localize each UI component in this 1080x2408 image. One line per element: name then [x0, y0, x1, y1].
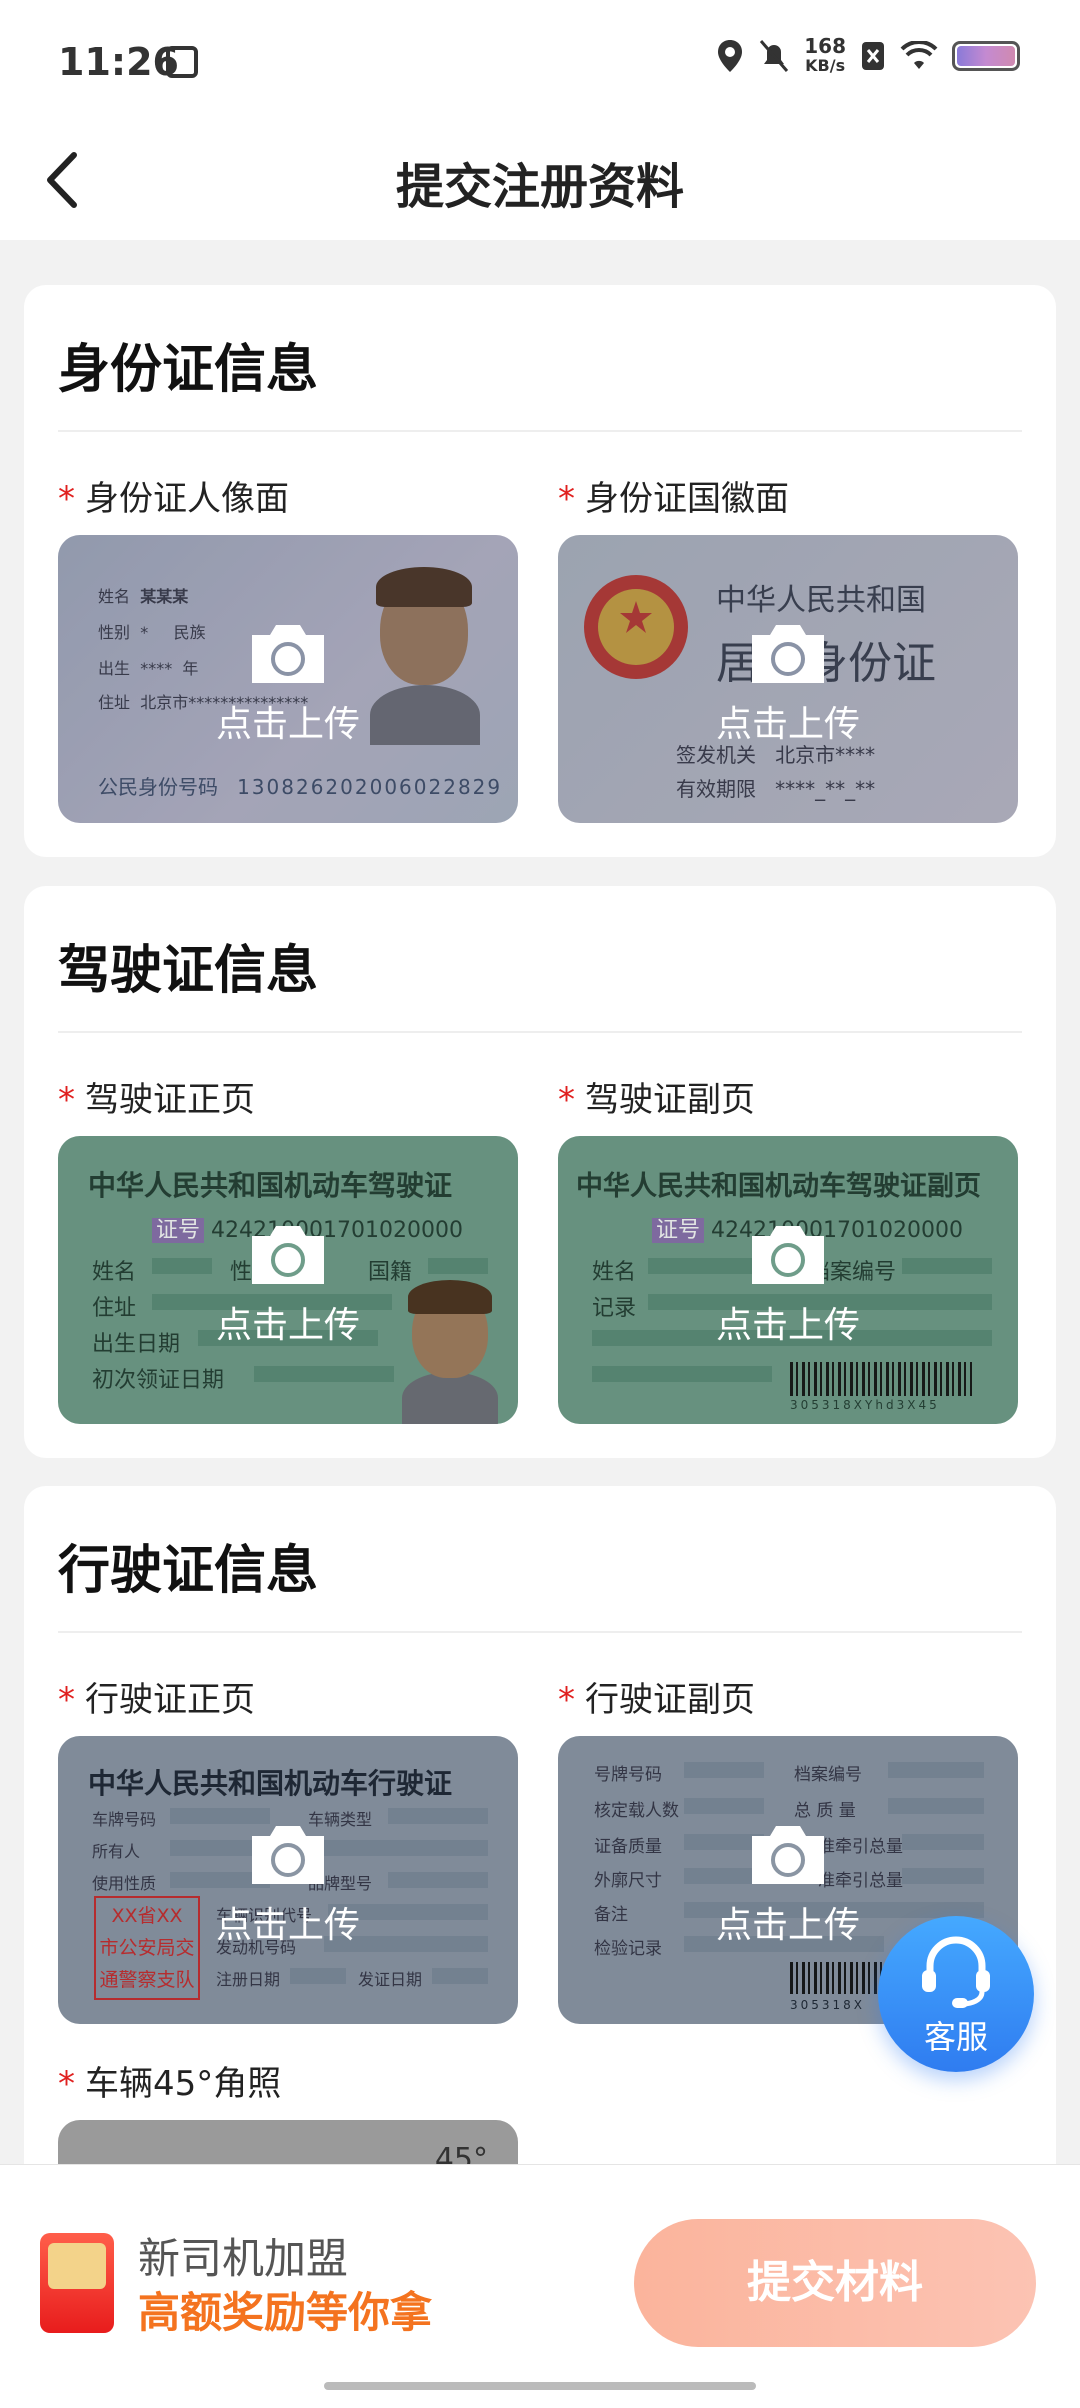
customer-service-button[interactable]: 客服	[878, 1916, 1034, 2072]
upload-slot-dl-front: * 驾驶证正页 中华人民共和国机动车驾驶证 证号 4242100017010200…	[58, 1074, 518, 1424]
red-packet-icon	[40, 2233, 114, 2333]
upload-thumbnail[interactable]: 中华人民共和国机动车驾驶证 证号 424210001701020000 姓名 性…	[58, 1136, 518, 1424]
net-speed-unit: KB/s	[805, 56, 846, 75]
slot-label: * 驾驶证副页	[558, 1074, 1018, 1126]
slot-label-text: 驾驶证正页	[85, 1080, 255, 1120]
required-star: *	[58, 479, 75, 519]
submit-button[interactable]: 提交材料	[634, 2219, 1036, 2347]
customer-service-label: 客服	[923, 2018, 988, 2056]
page-header: 提交注册资料	[0, 125, 1080, 240]
required-star: *	[58, 1080, 75, 1120]
slot-label-text: 身份证人像面	[85, 479, 289, 519]
slot-label: * 身份证人像面	[58, 473, 518, 525]
upload-slot-vl-back: * 行驶证副页 号牌号码 档案编号 核定载人数 总 质 量 证备质量 准牵引总量 …	[558, 1674, 1018, 2024]
upload-hint: 点击上传	[215, 1905, 360, 1946]
slot-label-text: 行驶证副页	[585, 1680, 755, 1720]
camera-icon	[752, 1226, 824, 1284]
required-star: *	[58, 2064, 75, 2104]
upload-slot-id-front: * 身份证人像面 姓名 某某某 性别 * 民族 出生 **** 年 住址 北京市*…	[58, 473, 518, 823]
mute-icon	[760, 40, 789, 72]
location-icon	[718, 40, 743, 72]
upload-slot-id-back: * 身份证国徽面 中华人民共和国 居民身份证 签发机关 北京市**** 有效期限 …	[558, 473, 1018, 823]
upload-hint: 点击上传	[215, 704, 360, 745]
camera-icon	[252, 1826, 324, 1884]
divider	[58, 430, 1022, 432]
page-title: 提交注册资料	[395, 159, 684, 215]
vehicle-license-section: 行驶证信息 * 行驶证正页 中华人民共和国机动车行驶证 车牌号码 车辆类型 所有人…	[24, 1486, 1056, 2206]
camera-icon	[252, 625, 324, 683]
divider	[58, 1031, 1022, 1033]
camera-icon	[252, 1226, 324, 1284]
slot-label: * 驾驶证正页	[58, 1074, 518, 1126]
section-title: 行驶证信息	[58, 1541, 319, 1601]
required-star: *	[58, 1680, 75, 1720]
app-notification-icon	[166, 46, 198, 78]
battery-icon	[952, 41, 1020, 71]
required-star: *	[558, 479, 575, 519]
bottom-bar: 新司机加盟 高额奖励等你拿 提交材料	[0, 2164, 1080, 2408]
slot-label-text: 车辆45°角照	[85, 2064, 282, 2104]
upload-slot-dl-back: * 驾驶证副页 中华人民共和国机动车驾驶证副页 证号 42421000170102…	[558, 1074, 1018, 1424]
section-title: 驾驶证信息	[58, 941, 319, 1001]
slot-label-text: 行驶证正页	[85, 1680, 255, 1720]
upload-thumbnail[interactable]: 中华人民共和国机动车行驶证 车牌号码 车辆类型 所有人 使用性质 品牌型号 车辆…	[58, 1736, 518, 2024]
net-speed-value: 168	[804, 34, 846, 58]
headset-icon	[922, 1936, 990, 2008]
upload-thumbnail[interactable]: 中华人民共和国机动车驾驶证副页 证号 424210001701020000 姓名…	[558, 1136, 1018, 1424]
slot-label-text: 身份证国徽面	[585, 479, 789, 519]
required-star: *	[558, 1080, 575, 1120]
upload-hint: 点击上传	[715, 1305, 860, 1346]
id-card-section: 身份证信息 * 身份证人像面 姓名 某某某 性别 * 民族 出生 **** 年 住…	[24, 285, 1056, 857]
status-icons: 168 KB/s	[716, 36, 1020, 76]
home-indicator	[324, 2382, 756, 2390]
slot-label: * 行驶证正页	[58, 1674, 518, 1726]
required-star: *	[558, 1680, 575, 1720]
slot-label: * 身份证国徽面	[558, 473, 1018, 525]
promo-subtitle: 高额奖励等你拿	[138, 2288, 433, 2337]
upload-hint: 点击上传	[715, 704, 860, 745]
status-time: 11:26	[58, 40, 179, 84]
upload-slot-vehicle-45: * 车辆45°角照 45°	[58, 2058, 518, 2206]
wifi-icon	[900, 41, 938, 69]
upload-slot-vl-front: * 行驶证正页 中华人民共和国机动车行驶证 车牌号码 车辆类型 所有人 使用性质 …	[58, 1674, 518, 2024]
upload-thumbnail[interactable]: 姓名 某某某 性别 * 民族 出生 **** 年 住址 北京市*********…	[58, 535, 518, 823]
section-title: 身份证信息	[58, 340, 319, 400]
upload-hint: 点击上传	[215, 1305, 360, 1346]
promo-title: 新司机加盟	[138, 2234, 349, 2283]
driver-license-section: 驾驶证信息 * 驾驶证正页 中华人民共和国机动车驾驶证 证号 4242100017…	[24, 886, 1056, 1458]
slot-label: * 车辆45°角照	[58, 2058, 518, 2110]
camera-icon	[752, 1826, 824, 1884]
slot-label-text: 驾驶证副页	[585, 1080, 755, 1120]
upload-thumbnail[interactable]: 中华人民共和国 居民身份证 签发机关 北京市**** 有效期限 ****_**_…	[558, 535, 1018, 823]
sim-off-icon	[862, 42, 884, 70]
status-bar: 11:26 168 KB/s	[0, 0, 1080, 125]
net-speed: 168 KB/s	[804, 36, 846, 76]
camera-icon	[752, 625, 824, 683]
slot-label: * 行驶证副页	[558, 1674, 1018, 1726]
divider	[58, 1631, 1022, 1633]
